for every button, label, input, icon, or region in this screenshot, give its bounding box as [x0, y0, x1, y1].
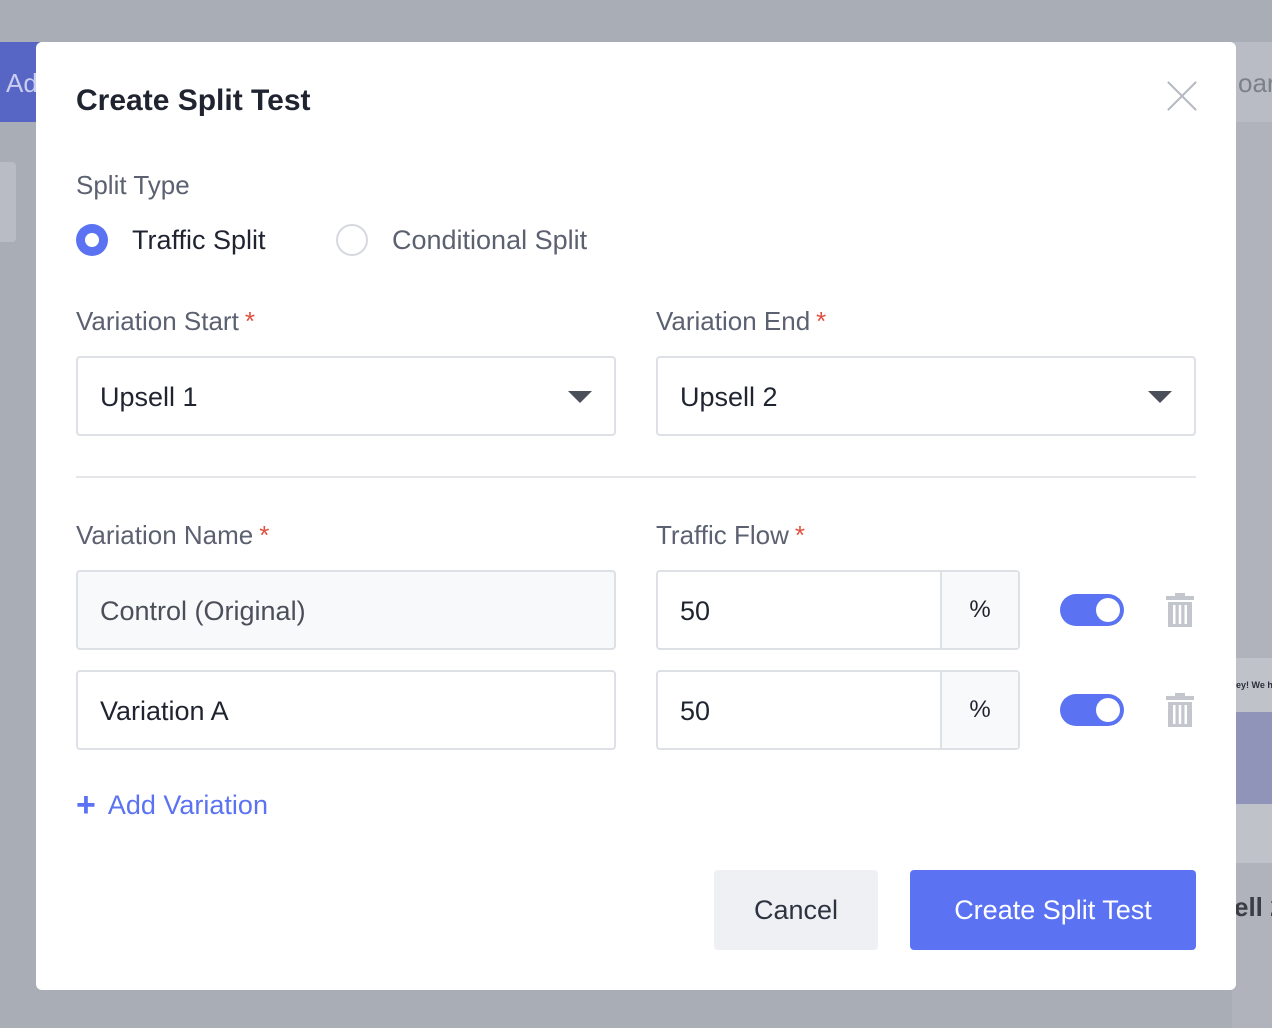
background-thumbnail-text: ey! We ha: [1236, 680, 1272, 690]
variation-end-value: Upsell 2: [680, 382, 778, 412]
variation-name-input[interactable]: Variation A: [76, 670, 616, 750]
variation-name-label: Variation Name *: [76, 520, 269, 551]
background-topbar: [0, 0, 1272, 42]
variation-end-label-text: Variation End: [656, 306, 811, 336]
required-mark: *: [816, 306, 827, 336]
section-divider: [76, 476, 1196, 478]
variation-start-value: Upsell 1: [100, 382, 198, 412]
add-variation-label: Add Variation: [107, 789, 268, 820]
traffic-flow-input[interactable]: 50 %: [656, 570, 1020, 650]
traffic-flow-label-text: Traffic Flow: [656, 520, 789, 550]
radio-conditional-split-label[interactable]: Conditional Split: [392, 225, 587, 256]
required-mark: *: [259, 520, 270, 550]
modal-title: Create Split Test: [76, 84, 311, 117]
caret-down-icon: [568, 391, 592, 403]
radio-conditional-split[interactable]: [336, 224, 368, 256]
trash-icon[interactable]: [1166, 593, 1194, 627]
plus-icon: +: [76, 786, 96, 824]
create-split-test-button[interactable]: Create Split Test: [910, 870, 1196, 950]
create-split-test-modal: Create Split Test Split Type Traffic Spl…: [36, 42, 1236, 990]
cancel-button[interactable]: Cancel: [714, 870, 878, 950]
percent-addon: %: [940, 672, 1018, 748]
toggle-knob: [1096, 598, 1120, 622]
background-card: [0, 162, 16, 242]
variation-end-label: Variation End *: [656, 306, 826, 337]
variation-start-select[interactable]: Upsell 1: [76, 356, 616, 436]
add-variation-link[interactable]: + Add Variation: [76, 788, 268, 822]
percent-addon: %: [940, 572, 1018, 648]
traffic-flow-value: 50: [680, 596, 711, 626]
required-mark: *: [794, 520, 806, 550]
background-thumbnail-image: [1236, 712, 1272, 804]
split-type-label: Split Type: [76, 170, 190, 200]
radio-traffic-split[interactable]: [76, 224, 108, 256]
traffic-flow-label: Traffic Flow *: [656, 520, 805, 551]
background-add-button: Ad: [0, 42, 40, 122]
background-thumbnail: ey! We ha: [1236, 658, 1272, 863]
variation-name-input[interactable]: Control (Original): [76, 570, 616, 650]
variation-toggle[interactable]: [1060, 694, 1124, 726]
trash-icon[interactable]: [1166, 693, 1194, 727]
variation-toggle[interactable]: [1060, 594, 1124, 626]
radio-traffic-split-label[interactable]: Traffic Split: [132, 225, 266, 256]
background-step-label: ell 2: [1234, 892, 1272, 922]
variation-end-select[interactable]: Upsell 2: [656, 356, 1196, 436]
close-icon[interactable]: [1164, 78, 1200, 114]
traffic-flow-value: 50: [680, 696, 711, 726]
background-tab: oar: [1230, 42, 1272, 122]
required-mark: *: [244, 306, 255, 336]
variation-start-label-text: Variation Start: [76, 306, 239, 336]
traffic-flow-input[interactable]: 50 %: [656, 670, 1020, 750]
toggle-knob: [1096, 698, 1120, 722]
variation-start-label: Variation Start *: [76, 306, 255, 337]
caret-down-icon: [1148, 391, 1172, 403]
variation-name-label-text: Variation Name: [76, 520, 254, 550]
